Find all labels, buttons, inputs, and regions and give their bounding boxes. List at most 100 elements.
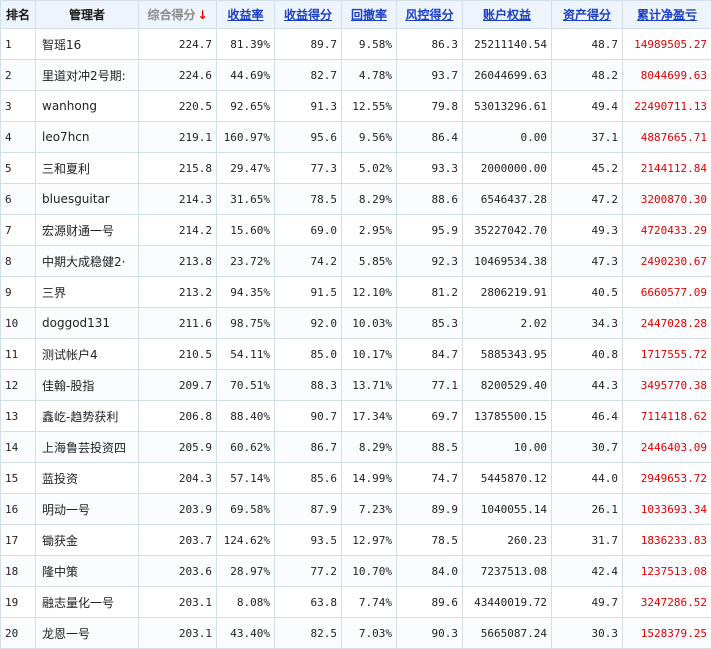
asset-score-cell: 42.4: [552, 556, 623, 587]
risk-score-cell: 90.3: [397, 618, 463, 649]
manager-name-cell: leo7hcn: [36, 122, 139, 153]
manager-name-cell: 隆中策: [36, 556, 139, 587]
drawdown-cell: 9.56%: [342, 122, 397, 153]
drawdown-cell: 5.02%: [342, 153, 397, 184]
rank-cell: 19: [1, 587, 36, 618]
return-score-cell: 91.3: [275, 91, 342, 122]
col-header-equity[interactable]: 账户权益: [463, 1, 552, 29]
drawdown-cell: 12.10%: [342, 277, 397, 308]
composite-score-cell: 214.3: [139, 184, 217, 215]
return-rate-cell: 124.62%: [217, 525, 275, 556]
drawdown-cell: 13.71%: [342, 370, 397, 401]
asset-score-cell: 48.7: [552, 29, 623, 60]
drawdown-cell: 10.17%: [342, 339, 397, 370]
composite-score-cell: 205.9: [139, 432, 217, 463]
return-rate-cell: 92.65%: [217, 91, 275, 122]
net-profit-cell: 1033693.34: [623, 494, 711, 525]
drawdown-cell: 8.29%: [342, 184, 397, 215]
table-row: 14上海鲁芸投资四205.960.62%86.78.29%88.510.0030…: [1, 432, 711, 463]
manager-name-cell: 三界: [36, 277, 139, 308]
return-score-cell: 77.3: [275, 153, 342, 184]
composite-score-cell: 215.8: [139, 153, 217, 184]
drawdown-cell: 7.03%: [342, 618, 397, 649]
return-score-cell: 93.5: [275, 525, 342, 556]
net-profit-cell: 3495770.38: [623, 370, 711, 401]
return-rate-cell: 98.75%: [217, 308, 275, 339]
net-profit-cell: 3247286.52: [623, 587, 711, 618]
risk-score-cell: 77.1: [397, 370, 463, 401]
return-score-cell: 78.5: [275, 184, 342, 215]
table-row: 12佳翰-股指209.770.51%88.313.71%77.18200529.…: [1, 370, 711, 401]
col-header-net-profit[interactable]: 累计净盈亏: [623, 1, 711, 29]
manager-name-cell: 三和夏利: [36, 153, 139, 184]
equity-cell: 26044699.63: [463, 60, 552, 91]
return-rate-cell: 8.08%: [217, 587, 275, 618]
manager-name-cell: 中期大成稳健2·: [36, 246, 139, 277]
equity-cell: 53013296.61: [463, 91, 552, 122]
rank-cell: 4: [1, 122, 36, 153]
rank-cell: 14: [1, 432, 36, 463]
manager-name-cell: 宏源财通一号: [36, 215, 139, 246]
table-row: 1智瑶16224.781.39%89.79.58%86.325211140.54…: [1, 29, 711, 60]
table-row: 3wanhong220.592.65%91.312.55%79.85301329…: [1, 91, 711, 122]
asset-score-cell: 37.1: [552, 122, 623, 153]
return-rate-cell: 70.51%: [217, 370, 275, 401]
manager-name-cell: 佳翰-股指: [36, 370, 139, 401]
risk-score-cell: 88.5: [397, 432, 463, 463]
col-header-asset-score[interactable]: 资产得分: [552, 1, 623, 29]
asset-score-cell: 47.2: [552, 184, 623, 215]
risk-score-cell: 81.2: [397, 277, 463, 308]
manager-name-cell: 蓝投资: [36, 463, 139, 494]
equity-cell: 8200529.40: [463, 370, 552, 401]
drawdown-cell: 5.85%: [342, 246, 397, 277]
table-row: 10doggod131211.698.75%92.010.03%85.32.02…: [1, 308, 711, 339]
col-header-drawdown[interactable]: 回撤率: [342, 1, 397, 29]
equity-cell: 25211140.54: [463, 29, 552, 60]
manager-name-cell: doggod131: [36, 308, 139, 339]
asset-score-cell: 45.2: [552, 153, 623, 184]
return-score-cell: 69.0: [275, 215, 342, 246]
table-row: 4leo7hcn219.1160.97%95.69.56%86.40.0037.…: [1, 122, 711, 153]
rank-cell: 7: [1, 215, 36, 246]
return-rate-cell: 15.60%: [217, 215, 275, 246]
risk-score-cell: 93.7: [397, 60, 463, 91]
return-score-cell: 82.7: [275, 60, 342, 91]
equity-cell: 35227042.70: [463, 215, 552, 246]
return-score-cell: 74.2: [275, 246, 342, 277]
asset-score-cell: 26.1: [552, 494, 623, 525]
rank-cell: 3: [1, 91, 36, 122]
equity-cell: 43440019.72: [463, 587, 552, 618]
rank-cell: 17: [1, 525, 36, 556]
risk-score-cell: 92.3: [397, 246, 463, 277]
risk-score-cell: 93.3: [397, 153, 463, 184]
return-rate-cell: 23.72%: [217, 246, 275, 277]
table-row: 5三和夏利215.829.47%77.35.02%93.32000000.004…: [1, 153, 711, 184]
col-header-composite-score[interactable]: 综合得分↓: [139, 1, 217, 29]
table-row: 7宏源财通一号214.215.60%69.02.95%95.935227042.…: [1, 215, 711, 246]
equity-cell: 2806219.91: [463, 277, 552, 308]
composite-score-cell: 206.8: [139, 401, 217, 432]
col-header-risk-score[interactable]: 风控得分: [397, 1, 463, 29]
return-rate-cell: 60.62%: [217, 432, 275, 463]
return-rate-cell: 94.35%: [217, 277, 275, 308]
rank-cell: 16: [1, 494, 36, 525]
col-header-return-rate[interactable]: 收益率: [217, 1, 275, 29]
table-row: 16明动一号203.969.58%87.97.23%89.91040055.14…: [1, 494, 711, 525]
return-score-cell: 95.6: [275, 122, 342, 153]
rank-cell: 2: [1, 60, 36, 91]
asset-score-cell: 47.3: [552, 246, 623, 277]
net-profit-cell: 1528379.25: [623, 618, 711, 649]
net-profit-cell: 1237513.08: [623, 556, 711, 587]
rank-cell: 20: [1, 618, 36, 649]
equity-cell: 10469534.38: [463, 246, 552, 277]
rank-cell: 18: [1, 556, 36, 587]
composite-score-cell: 213.2: [139, 277, 217, 308]
rank-cell: 1: [1, 29, 36, 60]
composite-score-cell: 220.5: [139, 91, 217, 122]
col-header-return-score[interactable]: 收益得分: [275, 1, 342, 29]
return-score-cell: 77.2: [275, 556, 342, 587]
rank-cell: 10: [1, 308, 36, 339]
drawdown-cell: 4.78%: [342, 60, 397, 91]
risk-score-cell: 74.7: [397, 463, 463, 494]
manager-name-cell: 融志量化一号: [36, 587, 139, 618]
